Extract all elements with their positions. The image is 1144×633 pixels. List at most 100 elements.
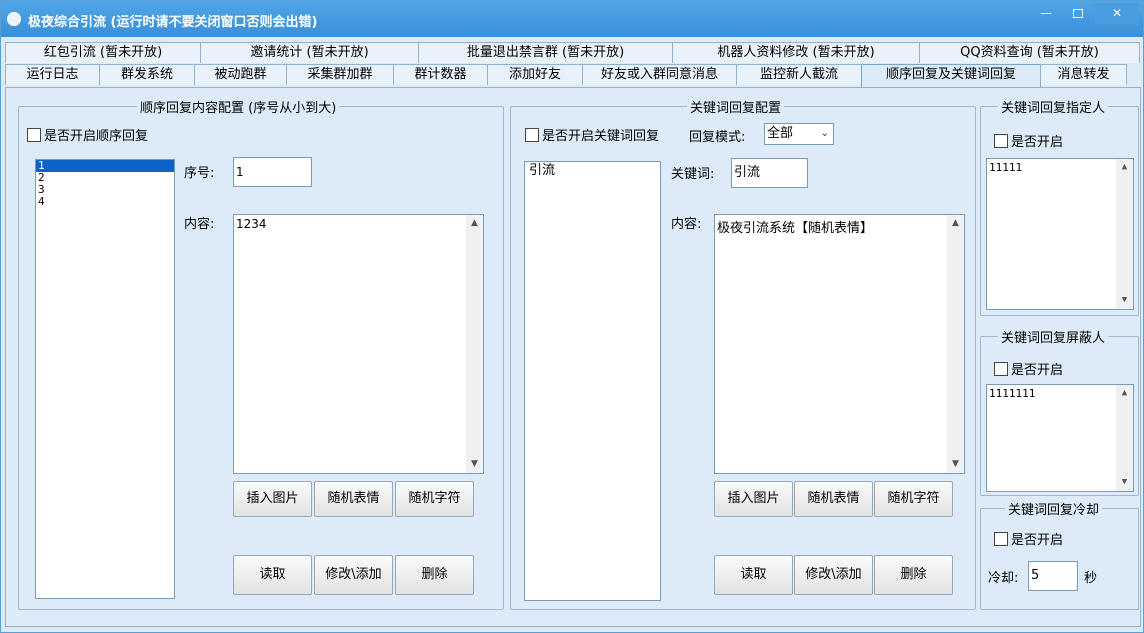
keyword-random-char-button[interactable]: 随机字符 <box>874 481 953 517</box>
sequence-group-title: 顺序回复内容配置 (序号从小到大) <box>137 97 340 116</box>
sequence-random-char-button[interactable]: 随机字符 <box>395 481 474 517</box>
chevron-down-icon: ⌄ <box>820 128 829 139</box>
block-group: 关键词回复屏蔽人 是否开启 1111111 ▲ ▼ <box>980 327 1139 496</box>
close-button[interactable]: ✕ <box>1095 3 1139 25</box>
cooldown-unit: 秒 <box>1084 571 1098 586</box>
cooldown-group-title: 关键词回复冷却 <box>1005 499 1103 518</box>
list-item[interactable]: 2 <box>36 172 174 184</box>
sequence-content-textarea[interactable]: 1234 ▲ ▼ <box>233 214 484 474</box>
sequence-enable-label: 是否开启顺序回复 <box>44 129 149 144</box>
block-text: 1111111 <box>989 387 1036 400</box>
scrollbar[interactable]: ▲ ▼ <box>466 215 483 473</box>
scroll-down-icon[interactable]: ▼ <box>947 456 964 473</box>
scroll-up-icon[interactable]: ▲ <box>1116 159 1133 176</box>
tab-row-1: 红包引流 (暂未开放) 邀请统计 (暂未开放) 批量退出禁言群 (暂未开放) 机… <box>5 42 1140 63</box>
scroll-up-icon[interactable]: ▲ <box>466 215 483 232</box>
keyword-list[interactable]: 引流 <box>524 161 661 601</box>
scroll-up-icon[interactable]: ▲ <box>947 215 964 232</box>
tab-passive-group[interactable]: 被动跑群 <box>194 64 287 85</box>
keyword-enable-label: 是否开启关键词回复 <box>542 129 660 144</box>
checkbox-box[interactable] <box>525 127 539 142</box>
scrollbar[interactable]: ▲ ▼ <box>1116 159 1133 309</box>
sequence-modify-add-button[interactable]: 修改\添加 <box>314 555 393 595</box>
sequence-enable-checkbox[interactable]: 是否开启顺序回复 <box>27 125 148 144</box>
block-enable-checkbox[interactable]: 是否开启 <box>994 359 1063 378</box>
designate-enable-label: 是否开启 <box>1011 135 1064 150</box>
keyword-content-textarea[interactable]: 极夜引流系统【随机表情】 ▲ ▼ <box>714 214 965 474</box>
keyword-enable-checkbox[interactable]: 是否开启关键词回复 <box>525 125 659 144</box>
designate-enable-checkbox[interactable]: 是否开启 <box>994 131 1063 150</box>
keyword-delete-button[interactable]: 删除 <box>874 555 953 595</box>
keyword-group-title: 关键词回复配置 <box>687 97 785 116</box>
keyword-group: 关键词回复配置 是否开启关键词回复 回复模式: 全部 ⌄ 引流 关键词: 引流 … <box>510 97 976 610</box>
tab-mass-send[interactable]: 群发系统 <box>99 64 195 85</box>
designate-textarea[interactable]: 11111 ▲ ▼ <box>986 158 1134 310</box>
tab-panel: 顺序回复内容配置 (序号从小到大) 是否开启顺序回复 1 2 3 4 序号: 1… <box>5 87 1141 627</box>
tab-group-counter[interactable]: 群计数器 <box>393 64 488 85</box>
checkbox-box[interactable] <box>994 133 1008 148</box>
minimize-button[interactable]: — <box>1031 3 1061 25</box>
tab-row-2: 运行日志 群发系统 被动跑群 采集群加群 群计数器 添加好友 好友或入群同意消息… <box>5 64 1127 87</box>
checkbox-box[interactable] <box>994 361 1008 376</box>
keyword-read-button[interactable]: 读取 <box>714 555 793 595</box>
reply-mode-label: 回复模式: <box>689 130 746 145</box>
sequence-insert-image-button[interactable]: 插入图片 <box>233 481 312 517</box>
tab-robot-profile[interactable]: 机器人资料修改 (暂未开放) <box>672 42 920 63</box>
reply-mode-select[interactable]: 全部 ⌄ <box>764 123 834 145</box>
sequence-number-input[interactable]: 1 <box>233 157 312 187</box>
tab-red-packet[interactable]: 红包引流 (暂未开放) <box>5 42 201 63</box>
tab-batch-quit[interactable]: 批量退出禁言群 (暂未开放) <box>418 42 673 63</box>
tab-monitor-newcomer[interactable]: 监控新人截流 <box>736 64 862 85</box>
sequence-read-button[interactable]: 读取 <box>233 555 312 595</box>
designate-text: 11111 <box>989 161 1023 174</box>
scroll-down-icon[interactable]: ▼ <box>1116 474 1133 491</box>
cooldown-enable-checkbox[interactable]: 是否开启 <box>994 529 1063 548</box>
sequence-list[interactable]: 1 2 3 4 <box>35 159 175 599</box>
scroll-down-icon[interactable]: ▼ <box>466 456 483 473</box>
keyword-input[interactable]: 引流 <box>731 158 808 188</box>
tab-qq-profile[interactable]: QQ资料查询 (暂未开放) <box>919 42 1140 63</box>
scroll-up-icon[interactable]: ▲ <box>1116 385 1133 402</box>
cooldown-enable-label: 是否开启 <box>1011 533 1064 548</box>
keyword-label: 关键词: <box>671 167 715 182</box>
checkbox-box[interactable] <box>27 127 41 142</box>
designate-group: 关键词回复指定人 是否开启 11111 ▲ ▼ <box>980 97 1139 316</box>
block-enable-label: 是否开启 <box>1011 363 1064 378</box>
tab-consent-message[interactable]: 好友或入群同意消息 <box>582 64 737 85</box>
sequence-content-text: 1234 <box>236 217 267 231</box>
keyword-random-emoji-button[interactable]: 随机表情 <box>794 481 873 517</box>
keyword-insert-image-button[interactable]: 插入图片 <box>714 481 793 517</box>
sequence-random-emoji-button[interactable]: 随机表情 <box>314 481 393 517</box>
checkbox-box[interactable] <box>994 531 1008 546</box>
tab-add-friend[interactable]: 添加好友 <box>487 64 583 85</box>
keyword-content-label: 内容: <box>671 217 702 232</box>
block-textarea[interactable]: 1111111 ▲ ▼ <box>986 384 1134 492</box>
sequence-delete-button[interactable]: 删除 <box>395 555 474 595</box>
list-item[interactable]: 引流 <box>525 162 660 180</box>
tab-sequence-keyword-reply[interactable]: 顺序回复及关键词回复 <box>861 64 1041 87</box>
tab-collect-join[interactable]: 采集群加群 <box>286 64 394 85</box>
scrollbar[interactable]: ▲ ▼ <box>947 215 964 473</box>
sequence-number-label: 序号: <box>184 166 215 181</box>
tab-message-forward[interactable]: 消息转发 <box>1040 64 1127 85</box>
title-bar[interactable]: 极夜综合引流 (运行时请不要关闭窗口否则会出错) — ✕ <box>1 1 1143 37</box>
reply-mode-value: 全部 <box>767 126 794 141</box>
block-group-title: 关键词回复屏蔽人 <box>998 327 1109 346</box>
maximize-icon <box>1073 9 1083 18</box>
keyword-modify-add-button[interactable]: 修改\添加 <box>794 555 873 595</box>
list-item[interactable]: 4 <box>36 196 174 208</box>
sequence-group: 顺序回复内容配置 (序号从小到大) 是否开启顺序回复 1 2 3 4 序号: 1… <box>18 97 504 610</box>
window-title: 极夜综合引流 (运行时请不要关闭窗口否则会出错) <box>28 15 318 30</box>
maximize-button[interactable] <box>1063 3 1093 25</box>
cooldown-label: 冷却: <box>988 571 1019 586</box>
list-item[interactable]: 1 <box>36 160 174 172</box>
tab-run-log[interactable]: 运行日志 <box>5 64 100 85</box>
main-window: 极夜综合引流 (运行时请不要关闭窗口否则会出错) — ✕ 红包引流 (暂未开放)… <box>0 0 1144 633</box>
tab-invite-stats[interactable]: 邀请统计 (暂未开放) <box>200 42 419 63</box>
sequence-content-label: 内容: <box>184 217 215 232</box>
scrollbar[interactable]: ▲ ▼ <box>1116 385 1133 491</box>
app-icon <box>7 12 21 26</box>
cooldown-input[interactable]: 5 <box>1028 561 1078 591</box>
list-item[interactable]: 3 <box>36 184 174 196</box>
scroll-down-icon[interactable]: ▼ <box>1116 292 1133 309</box>
